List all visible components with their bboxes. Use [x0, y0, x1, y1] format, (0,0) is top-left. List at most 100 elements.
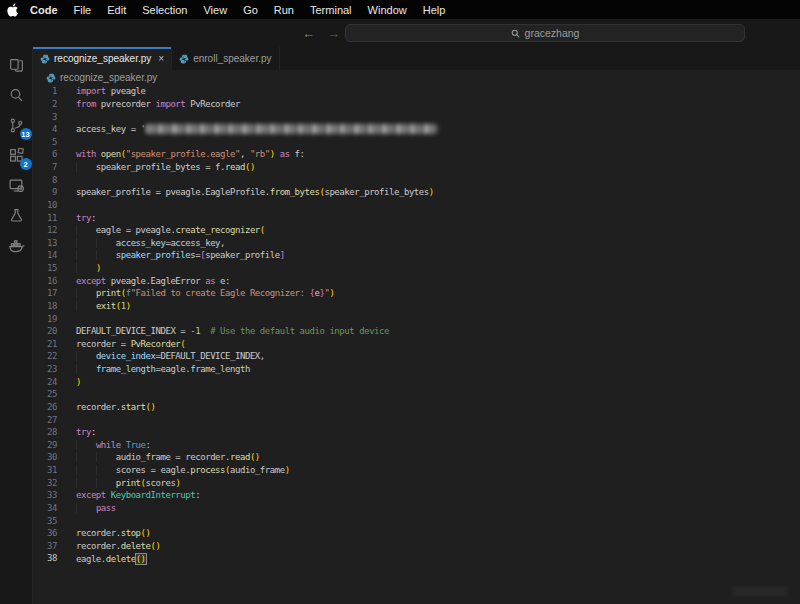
line-number[interactable]: 31 [33, 465, 57, 475]
code-line[interactable]: 21recorder = PvRecorder( [33, 338, 800, 351]
code-line[interactable]: 38eagle.delete() [33, 552, 800, 565]
code-line[interactable]: 37recorder.delete() [33, 540, 800, 553]
code-line[interactable]: 7 speaker_profile_bytes = f.read() [33, 161, 800, 174]
line-number[interactable]: 22 [33, 351, 57, 361]
line-number[interactable]: 37 [33, 541, 57, 551]
code-line[interactable]: 20DEFAULT_DEVICE_INDEX = -1 # Use the de… [33, 325, 800, 338]
tab-close-icon[interactable]: × [158, 53, 164, 64]
code-line[interactable]: 3 [33, 110, 800, 123]
line-number[interactable]: 30 [33, 452, 57, 462]
code-line[interactable]: 19 [33, 312, 800, 325]
line-number[interactable]: 13 [33, 238, 57, 248]
code-line[interactable]: 26recorder.start() [33, 401, 800, 414]
code-line[interactable]: 30 audio_frame = recorder.read() [33, 451, 800, 464]
line-number[interactable]: 7 [33, 162, 57, 172]
line-number[interactable]: 34 [33, 503, 57, 513]
line-number[interactable]: 38 [33, 553, 57, 563]
code-line[interactable]: 8 [33, 173, 800, 186]
line-number[interactable]: 25 [33, 389, 57, 399]
line-number[interactable]: 18 [33, 301, 57, 311]
line-number[interactable]: 5 [33, 137, 57, 147]
line-number[interactable]: 23 [33, 364, 57, 374]
line-number[interactable]: 14 [33, 250, 57, 260]
menu-app-name[interactable]: Code [22, 4, 66, 16]
code-line[interactable]: 18 exit(1) [33, 300, 800, 313]
testing-icon[interactable] [5, 204, 28, 227]
nav-forward-icon[interactable]: → [327, 26, 340, 41]
code-line[interactable]: 6with open("speaker_profile.eagle", "rb"… [33, 148, 800, 161]
command-center-search[interactable]: gracezhang [345, 24, 745, 42]
code-line[interactable]: 17 print(f"Failed to create Eagle Recogn… [33, 287, 800, 300]
search-icon[interactable] [5, 84, 28, 107]
code-line[interactable]: 14 speaker_profiles=[speaker_profile] [33, 249, 800, 262]
line-number[interactable]: 35 [33, 516, 57, 526]
line-number[interactable]: 2 [33, 99, 57, 109]
apple-menu-icon[interactable] [4, 3, 22, 17]
menu-item-go[interactable]: Go [235, 4, 266, 16]
menu-item-terminal[interactable]: Terminal [302, 4, 360, 16]
tab-recognize_speaker.py[interactable]: recognize_speaker.py× [33, 47, 172, 70]
line-number[interactable]: 10 [33, 200, 57, 210]
editor[interactable]: 1import pveagle2from pvrecorder import P… [33, 85, 800, 604]
code-line[interactable]: 12 eagle = pveagle.create_recognizer( [33, 224, 800, 237]
tab-enroll_speaker.py[interactable]: enroll_speaker.py [172, 47, 279, 70]
code-line[interactable]: 5 [33, 136, 800, 149]
code-line[interactable]: 15 ) [33, 262, 800, 275]
line-number[interactable]: 21 [33, 339, 57, 349]
code-line[interactable]: 11try: [33, 211, 800, 224]
line-number[interactable]: 15 [33, 263, 57, 273]
code-line[interactable]: 23 frame_length=eagle.frame_length [33, 363, 800, 376]
code-line[interactable]: 1import pveagle [33, 85, 800, 98]
line-number[interactable]: 20 [33, 326, 57, 336]
menu-item-selection[interactable]: Selection [134, 4, 195, 16]
menu-item-file[interactable]: File [66, 4, 100, 16]
code-line[interactable]: 29 while True: [33, 439, 800, 452]
code-line[interactable]: 28try: [33, 426, 800, 439]
line-number[interactable]: 3 [33, 112, 57, 122]
menu-item-edit[interactable]: Edit [99, 4, 134, 16]
code-line[interactable]: 31 scores = eagle.process(audio_frame) [33, 464, 800, 477]
docker-icon[interactable] [5, 234, 28, 257]
breadcrumb[interactable]: recognize_speaker.py [33, 70, 800, 85]
line-number[interactable]: 26 [33, 402, 57, 412]
code-line[interactable]: 2from pvrecorder import PvRecorder [33, 98, 800, 111]
code-line[interactable]: 24) [33, 375, 800, 388]
code-line[interactable]: 4access_key = ' [33, 123, 800, 136]
line-number[interactable]: 4 [33, 124, 57, 134]
code-line[interactable]: 32 print(scores) [33, 476, 800, 489]
line-number[interactable]: 1 [33, 86, 57, 96]
line-number[interactable]: 17 [33, 288, 57, 298]
code-line[interactable]: 33except KeyboardInterrupt: [33, 489, 800, 502]
code-line[interactable]: 27 [33, 413, 800, 426]
line-number[interactable]: 33 [33, 490, 57, 500]
code-line[interactable]: 25 [33, 388, 800, 401]
code-line[interactable]: 22 device_index=DEFAULT_DEVICE_INDEX, [33, 350, 800, 363]
menu-item-help[interactable]: Help [415, 4, 454, 16]
code-line[interactable]: 16except pveagle.EagleError as e: [33, 274, 800, 287]
line-number[interactable]: 9 [33, 187, 57, 197]
code-line[interactable]: 35 [33, 514, 800, 527]
line-number[interactable]: 16 [33, 276, 57, 286]
line-number[interactable]: 27 [33, 415, 57, 425]
line-number[interactable]: 11 [33, 213, 57, 223]
extensions-icon[interactable]: 2 [5, 144, 28, 167]
line-number[interactable]: 19 [33, 314, 57, 324]
line-number[interactable]: 6 [33, 149, 57, 159]
code-line[interactable]: 10 [33, 199, 800, 212]
menu-item-window[interactable]: Window [360, 4, 415, 16]
code-line[interactable]: 9speaker_profile = pveagle.EagleProfile.… [33, 186, 800, 199]
line-number[interactable]: 32 [33, 478, 57, 488]
explorer-icon[interactable] [5, 54, 28, 77]
line-number[interactable]: 28 [33, 427, 57, 437]
remote-explorer-icon[interactable] [5, 174, 28, 197]
code-line[interactable]: 13 access_key=access_key, [33, 237, 800, 250]
line-number[interactable]: 29 [33, 440, 57, 450]
code-line[interactable]: 36recorder.stop() [33, 527, 800, 540]
code-line[interactable]: 34 pass [33, 502, 800, 515]
menu-item-run[interactable]: Run [266, 4, 302, 16]
line-number[interactable]: 24 [33, 377, 57, 387]
menu-item-view[interactable]: View [195, 4, 235, 16]
line-number[interactable]: 12 [33, 225, 57, 235]
line-number[interactable]: 36 [33, 528, 57, 538]
line-number[interactable]: 8 [33, 175, 57, 185]
